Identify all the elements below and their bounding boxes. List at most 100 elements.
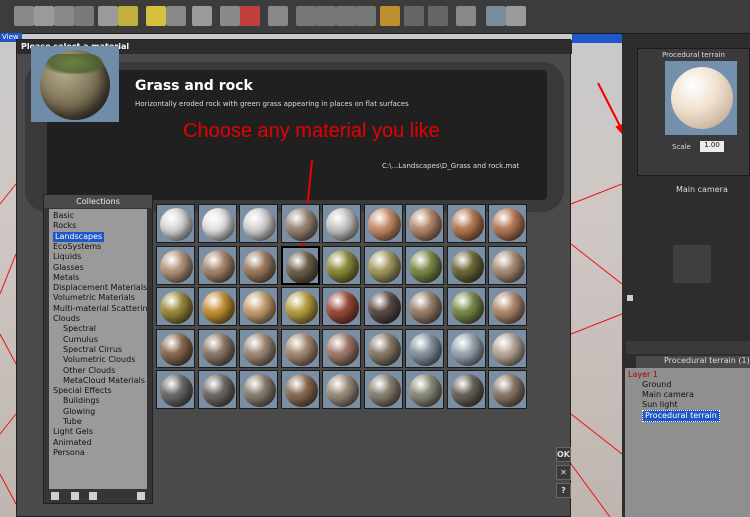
- toolbar-button-5[interactable]: [98, 6, 118, 26]
- toolbar-button-6[interactable]: [118, 6, 138, 26]
- material-thumbnail[interactable]: [488, 245, 527, 285]
- delete-collection-icon[interactable]: [71, 492, 79, 500]
- material-thumbnail[interactable]: [156, 287, 195, 326]
- collections-tree[interactable]: Basic Rocks Landscapes EcoSystems Liquids Gla…: [49, 209, 147, 489]
- material-thumbnail[interactable]: [405, 204, 444, 243]
- toolbar-button-14[interactable]: [316, 6, 336, 26]
- camera-control-icon[interactable]: [627, 295, 633, 301]
- material-thumbnail[interactable]: [488, 370, 527, 409]
- collection-item[interactable]: Tube: [63, 417, 82, 427]
- collection-item[interactable]: Metals: [53, 273, 79, 283]
- toolbar-button-15[interactable]: [336, 6, 356, 26]
- scale-input[interactable]: 1.00: [700, 141, 724, 152]
- toolbar-button-7[interactable]: [146, 6, 166, 26]
- toolbar-button-22[interactable]: [506, 6, 526, 26]
- material-thumbnail[interactable]: [197, 370, 237, 409]
- material-thumbnail[interactable]: [322, 204, 361, 243]
- material-thumbnail[interactable]: [363, 328, 403, 368]
- material-thumbnail[interactable]: [446, 204, 486, 243]
- toolbar-button-16[interactable]: [356, 6, 376, 26]
- collection-item[interactable]: EcoSystems: [53, 242, 101, 252]
- toolbar-button-8[interactable]: [166, 6, 186, 26]
- toolbar-button-3[interactable]: [54, 6, 74, 26]
- material-thumbnail[interactable]: [156, 245, 195, 285]
- scene-tree-item[interactable]: Sun light: [642, 400, 678, 410]
- material-thumbnail[interactable]: [239, 245, 278, 285]
- material-thumbnail[interactable]: [488, 328, 527, 368]
- collection-item[interactable]: Displacement Materials: [53, 283, 147, 293]
- scene-tree-item[interactable]: Ground: [642, 380, 671, 390]
- toolbar-button-17[interactable]: [380, 6, 400, 26]
- collection-item[interactable]: Light Gels: [53, 427, 93, 437]
- material-thumbnail[interactable]: [239, 328, 278, 368]
- new-collection-icon[interactable]: [51, 492, 59, 500]
- material-thumbnail[interactable]: [488, 287, 527, 326]
- material-thumbnail[interactable]: [197, 245, 237, 285]
- material-thumbnail[interactable]: [156, 204, 195, 243]
- collection-item[interactable]: Rocks: [53, 221, 76, 231]
- material-thumbnail[interactable]: [239, 370, 278, 409]
- collection-item[interactable]: Volumetric Clouds: [63, 355, 135, 365]
- collection-item[interactable]: Glasses: [53, 263, 84, 273]
- collection-item[interactable]: Glowing: [63, 407, 95, 417]
- scene-tree-item[interactable]: Main camera: [642, 390, 694, 400]
- material-thumbnail[interactable]: [446, 370, 486, 409]
- toolbar-button-1[interactable]: [14, 6, 34, 26]
- collection-item[interactable]: Animated: [53, 438, 92, 448]
- collection-item[interactable]: Cumulus: [63, 335, 98, 345]
- collection-item[interactable]: Multi-material Scattering: [53, 304, 147, 314]
- material-thumbnail[interactable]: [446, 245, 486, 285]
- material-thumbnail[interactable]: [197, 328, 237, 368]
- material-thumbnail[interactable]: [239, 204, 278, 243]
- material-thumbnail[interactable]: [363, 370, 403, 409]
- collection-item[interactable]: Spectral Cirrus: [63, 345, 122, 355]
- collection-item[interactable]: Liquids: [53, 252, 81, 262]
- material-thumbnail[interactable]: [280, 370, 320, 409]
- toolbar-button-12[interactable]: [268, 6, 288, 26]
- folder-icon[interactable]: [89, 492, 97, 500]
- material-thumbnail[interactable]: [405, 370, 444, 409]
- material-thumbnail[interactable]: [322, 328, 361, 368]
- collection-item[interactable]: Spectral: [63, 324, 96, 334]
- material-thumbnail[interactable]: [280, 204, 320, 243]
- collection-item[interactable]: Special Effects: [53, 386, 112, 396]
- options-icon[interactable]: [137, 492, 145, 500]
- collection-item[interactable]: Other Clouds: [63, 366, 115, 376]
- material-thumbnail[interactable]: [363, 287, 403, 326]
- collection-item[interactable]: Volumetric Materials: [53, 293, 135, 303]
- material-thumbnail[interactable]: [363, 245, 403, 285]
- material-thumbnail[interactable]: [197, 287, 237, 326]
- scene-tree[interactable]: Layer 1 Ground Main camera Sun light Procedu…: [625, 368, 750, 517]
- material-thumbnail[interactable]: [280, 245, 320, 285]
- collection-item[interactable]: Landscapes: [53, 231, 105, 242]
- material-thumbnail[interactable]: [156, 328, 195, 368]
- collection-item[interactable]: Persona: [53, 448, 85, 458]
- material-thumbnail[interactable]: [156, 370, 195, 409]
- material-thumbnail[interactable]: [405, 328, 444, 368]
- material-thumbnail[interactable]: [363, 204, 403, 243]
- material-thumbnail[interactable]: [446, 328, 486, 368]
- toolbar-button-9[interactable]: [192, 6, 212, 26]
- collection-item[interactable]: Clouds: [53, 314, 80, 324]
- toolbar-button-18[interactable]: [404, 6, 424, 26]
- toolbar-button-21[interactable]: [486, 6, 506, 26]
- toolbar-button-4[interactable]: [74, 6, 94, 26]
- material-thumbnail[interactable]: [488, 204, 527, 243]
- cancel-button[interactable]: ✕: [556, 465, 571, 480]
- material-thumbnail[interactable]: [405, 287, 444, 326]
- scene-tabs[interactable]: [626, 341, 750, 354]
- toolbar-button-11[interactable]: [240, 6, 260, 26]
- material-thumbnail[interactable]: [322, 245, 361, 285]
- material-thumbnail[interactable]: [280, 287, 320, 326]
- material-thumbnail[interactable]: [239, 287, 278, 326]
- material-thumbnail[interactable]: [322, 370, 361, 409]
- material-thumbnail[interactable]: [280, 328, 320, 368]
- ok-button[interactable]: OK: [556, 447, 571, 462]
- scene-tree-item[interactable]: Layer 1: [628, 370, 658, 380]
- help-button[interactable]: ?: [556, 483, 571, 498]
- toolbar-button-19[interactable]: [428, 6, 448, 26]
- collection-item[interactable]: Buildings: [63, 396, 100, 406]
- toolbar-button-2[interactable]: [34, 6, 54, 26]
- material-thumbnail[interactable]: [197, 204, 237, 243]
- toolbar-button-20[interactable]: [456, 6, 476, 26]
